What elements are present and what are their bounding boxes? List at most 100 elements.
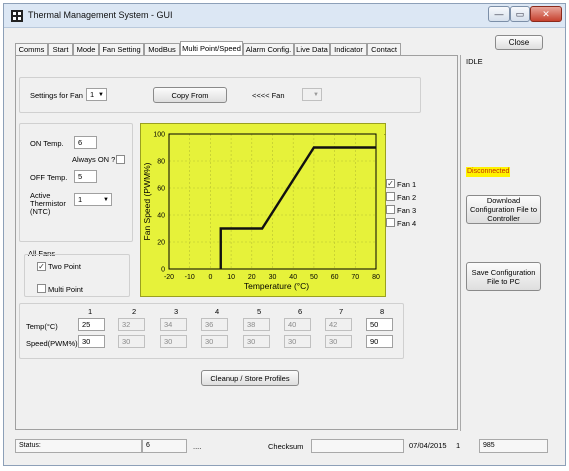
fan-4-label: Fan 4 (397, 219, 417, 228)
y-tick-label: 20 (157, 240, 165, 247)
thermistor-value: 1 (78, 195, 83, 204)
col-header-4: 4 (215, 307, 220, 316)
temp-input-1[interactable]: 25 (78, 318, 105, 331)
settings-fan-select[interactable]: 1 ▼ (86, 88, 107, 101)
temp-input-7: 42 (325, 318, 352, 331)
x-tick-label: 30 (269, 274, 277, 281)
y-tick-label: 0 (161, 267, 165, 274)
status-bar: Status: 6 .... Checksum 07/04/2015 1 985 (12, 439, 549, 453)
fan-3-label: Fan 3 (397, 206, 417, 215)
col-header-6: 6 (298, 307, 303, 316)
window-close-button[interactable]: ✕ (530, 6, 562, 22)
fan-2-label: Fan 2 (397, 193, 417, 202)
checksum-field (311, 439, 404, 453)
col-header-5: 5 (257, 307, 262, 316)
temp-input-8[interactable]: 50 (366, 318, 393, 331)
app-icon (11, 10, 23, 22)
speed-input-4: 30 (201, 335, 228, 348)
copy-from-button[interactable]: Copy From (153, 87, 227, 103)
status-value-3: 985 (479, 439, 548, 453)
title-bar[interactable]: Thermal Management System - GUI — ▭ ✕ (4, 4, 565, 28)
x-tick-label: 70 (351, 274, 359, 281)
download-config-button[interactable]: Download Configuration File to Controlle… (466, 195, 541, 224)
status-value-2: 1 (456, 441, 461, 450)
col-header-8: 8 (380, 307, 385, 316)
temp-input-3: 34 (160, 318, 187, 331)
fan-4-checkbox[interactable] (386, 218, 395, 227)
x-tick-label: 0 (208, 274, 212, 281)
always-on-checkbox[interactable] (116, 155, 125, 164)
on-temp-input[interactable]: 6 (74, 136, 97, 149)
save-config-button[interactable]: Save Configuration File to PC (466, 262, 541, 291)
close-button[interactable]: Close (495, 35, 543, 50)
speed-input-5: 30 (243, 335, 270, 348)
status-dots: .... (193, 442, 202, 451)
chevron-down-icon: ▼ (98, 92, 104, 98)
chart-svg: -20 -10 0 10 20 30 40 50 60 70 80 0 20 40 60 80 100 Tempe… (142, 132, 380, 292)
copy-from-fan-select: ▼ (302, 88, 322, 101)
y-tick-label: 100 (153, 132, 165, 139)
tab-multi-point-speed[interactable]: Multi Point/Speed (180, 41, 243, 56)
chevron-down-icon: ▼ (313, 92, 319, 98)
speed-input-8[interactable]: 90 (366, 335, 393, 348)
copy-from-fan-label: <<<< Fan (252, 91, 285, 100)
off-temp-input[interactable]: 5 (74, 170, 97, 183)
fan-1-label: Fan 1 (397, 180, 417, 189)
y-tick-label: 60 (157, 186, 165, 193)
temp-input-5: 38 (243, 318, 270, 331)
col-header-2: 2 (132, 307, 137, 316)
settings-fan-value: 1 (90, 90, 95, 99)
divider (460, 55, 461, 431)
profile-table-group (19, 303, 404, 359)
window-title: Thermal Management System - GUI (28, 10, 173, 20)
checksum-label: Checksum (268, 442, 304, 451)
col-header-7: 7 (339, 307, 344, 316)
temp-row-label: Temp(°C) (26, 322, 58, 331)
cleanup-store-profiles-button[interactable]: Cleanup / Store Profiles (201, 370, 299, 386)
speed-input-6: 30 (284, 335, 311, 348)
col-header-1: 1 (88, 307, 93, 316)
off-temp-label: OFF Temp. (30, 173, 68, 182)
x-tick-label: 20 (248, 274, 256, 281)
always-on-label: Always ON ? (72, 155, 116, 164)
multi-point-label: Multi Point (48, 285, 84, 294)
active-thermistor-label: Active Thermistor (NTC) (30, 191, 66, 216)
speed-input-7: 30 (325, 335, 352, 348)
col-header-3: 3 (174, 307, 179, 316)
chevron-down-icon: ▼ (103, 197, 109, 203)
state-label: IDLE (466, 57, 483, 66)
thermistor-select[interactable]: 1 ▼ (74, 193, 112, 206)
two-point-checkbox[interactable]: ✓ (37, 262, 46, 271)
connection-status-badge: Disconnected (466, 167, 511, 177)
date-label: 07/04/2015 (409, 441, 447, 450)
y-axis-label: Fan Speed (PWM%) (142, 162, 152, 240)
x-tick-label: 50 (310, 274, 318, 281)
two-point-label: Two Point (48, 262, 81, 271)
minimize-button[interactable]: — (488, 6, 510, 22)
fan-2-checkbox[interactable] (386, 192, 395, 201)
chart-corner-mark: . (384, 131, 386, 137)
x-tick-label: 80 (372, 274, 380, 281)
x-axis-label: Temperature (°C) (244, 281, 309, 291)
multi-point-checkbox[interactable] (37, 284, 46, 293)
fan-1-checkbox[interactable]: ✓ (386, 179, 395, 188)
fan-speed-chart: -20 -10 0 10 20 30 40 50 60 70 80 0 20 40 60 80 100 Tempe… (140, 123, 386, 297)
fan-3-checkbox[interactable] (386, 205, 395, 214)
x-tick-label: 60 (331, 274, 339, 281)
on-temp-label: ON Temp. (30, 139, 64, 148)
x-tick-label: -10 (185, 274, 195, 281)
temp-input-4: 36 (201, 318, 228, 331)
maximize-button[interactable]: ▭ (510, 6, 530, 22)
status-value-field: 6 (142, 439, 187, 453)
speed-row-label: Speed(PWM%) (26, 339, 78, 348)
series-line (219, 146, 376, 269)
temp-input-2: 32 (118, 318, 145, 331)
y-tick-label: 80 (157, 159, 165, 166)
speed-input-3: 30 (160, 335, 187, 348)
x-tick-label: -20 (164, 274, 174, 281)
x-tick-label: 40 (289, 274, 297, 281)
temp-input-6: 40 (284, 318, 311, 331)
y-tick-label: 40 (157, 213, 165, 220)
x-tick-label: 10 (227, 274, 235, 281)
speed-input-1[interactable]: 30 (78, 335, 105, 348)
